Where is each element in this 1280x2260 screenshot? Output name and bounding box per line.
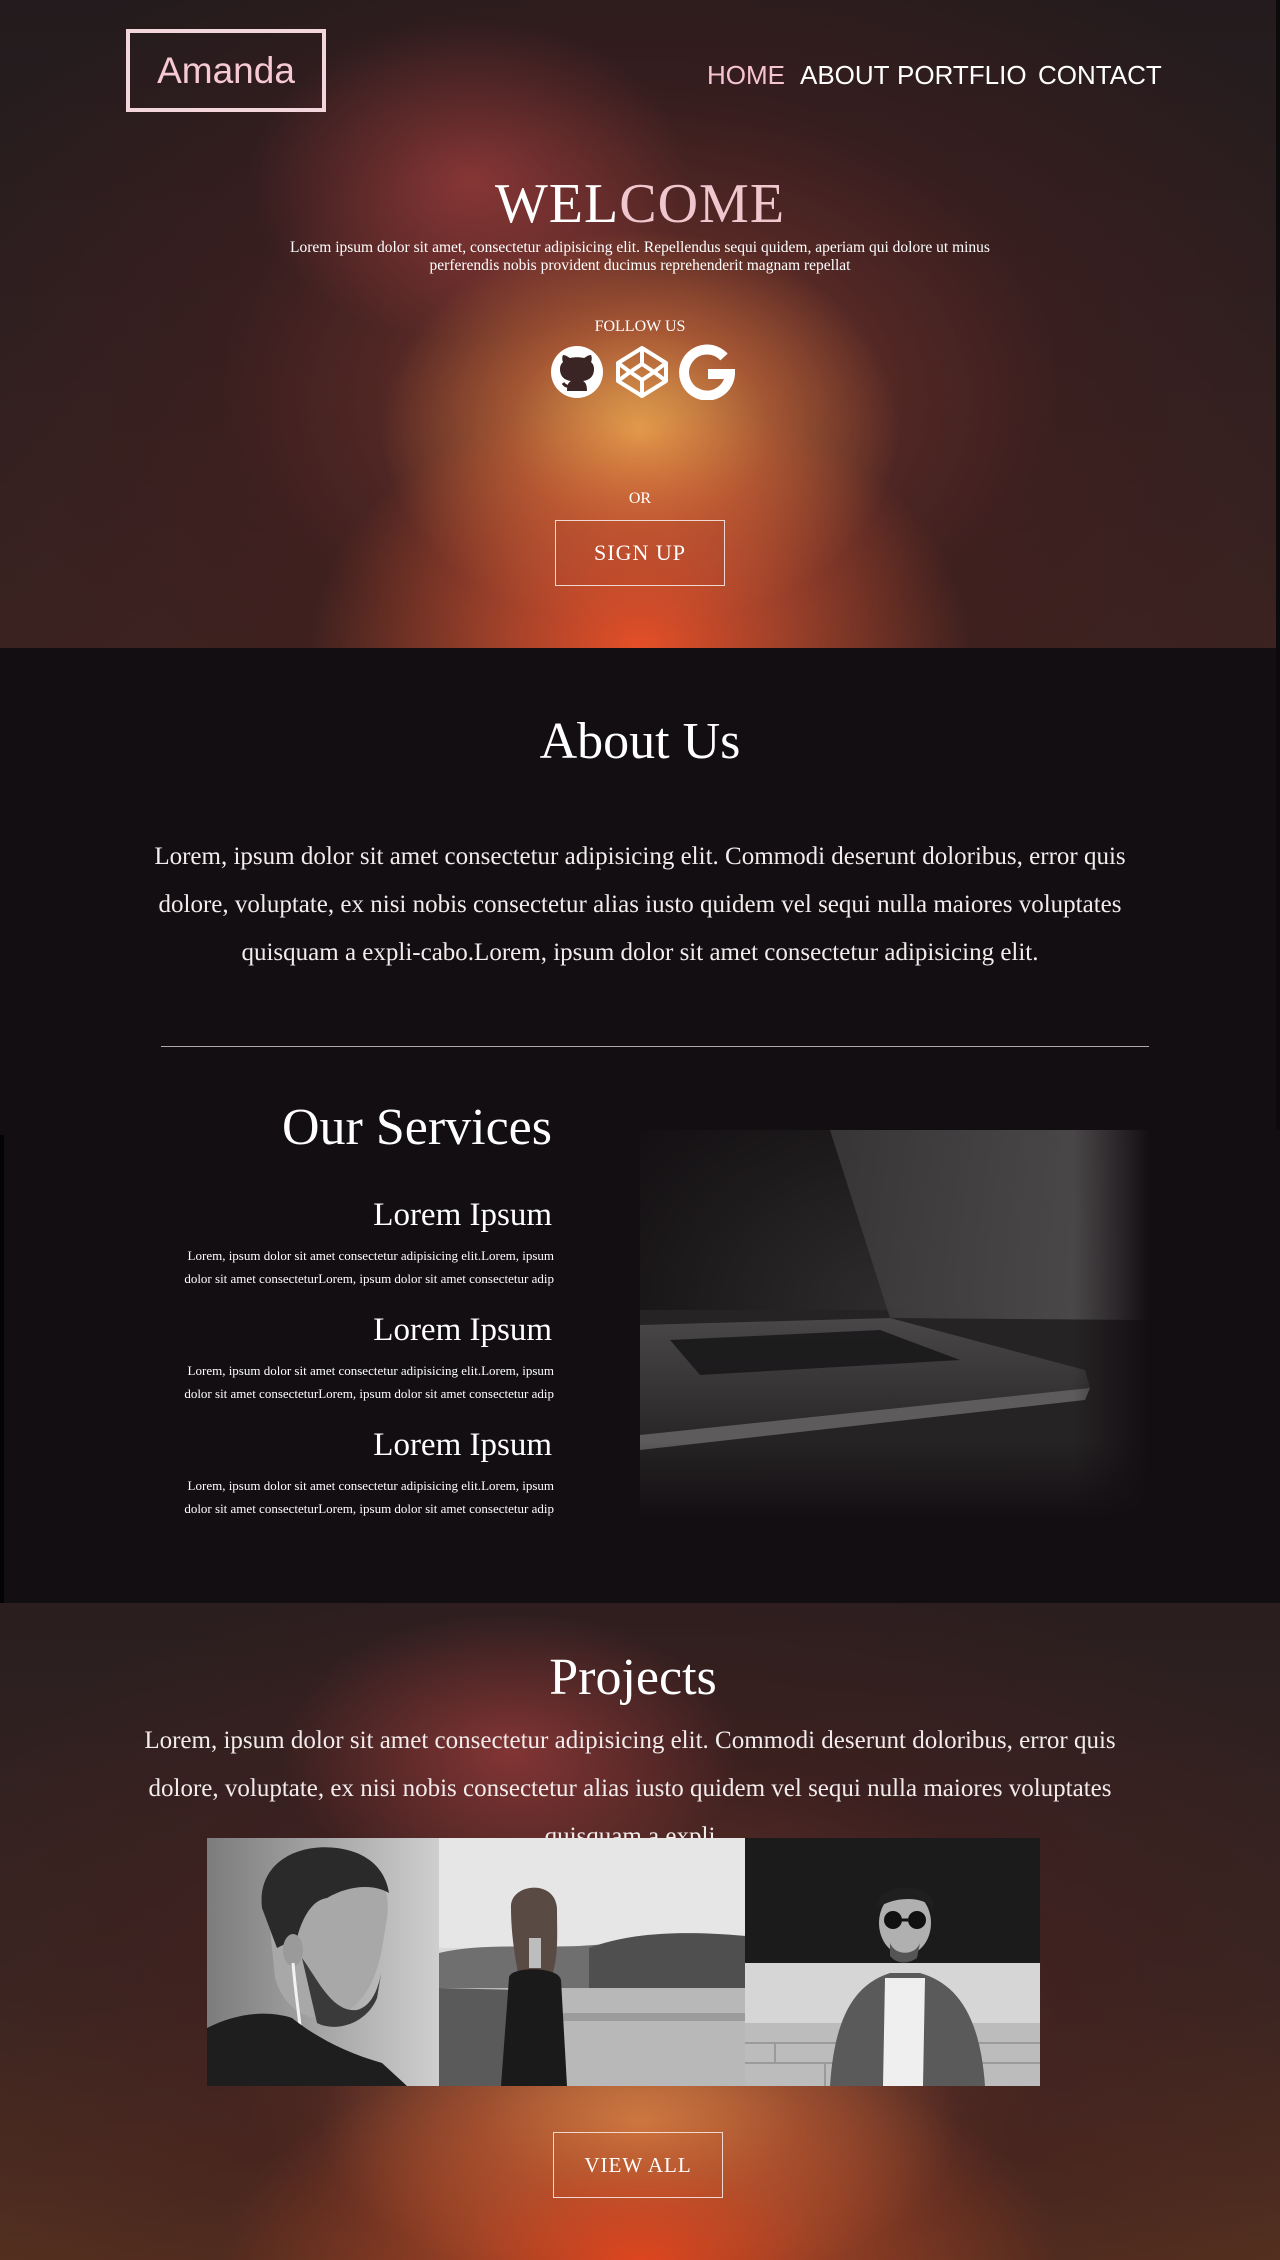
welcome-heading: WELCOME <box>0 172 1280 236</box>
laptop-image <box>640 1130 1150 1520</box>
github-icon[interactable] <box>549 344 605 400</box>
project-image-man-profile[interactable] <box>207 1838 440 2086</box>
nav-portfolio-link[interactable]: PORTFLIO <box>897 60 1027 91</box>
page-edge-left <box>0 1135 4 1603</box>
sign-up-button[interactable]: SIGN UP <box>555 520 725 586</box>
follow-us-label: FOLLOW US <box>594 318 686 335</box>
section-divider <box>161 1046 1149 1047</box>
project-image-woman-lake[interactable] <box>439 1838 746 2086</box>
or-label: OR <box>628 490 652 507</box>
nav-about-link[interactable]: ABOUT <box>800 60 890 91</box>
codepen-icon[interactable] <box>614 344 670 400</box>
projects-title: Projects <box>549 1649 717 1706</box>
hero-description: Lorem ipsum dolor sit amet, consectetur … <box>290 239 990 274</box>
service-text: Lorem, ipsum dolor sit amet consectetur … <box>184 1363 554 1401</box>
service-heading: Lorem Ipsum <box>373 1312 552 1348</box>
site-logo[interactable]: Amanda <box>126 29 326 112</box>
service-heading: Lorem Ipsum <box>373 1427 552 1463</box>
about-title: About Us <box>539 713 741 770</box>
nav-contact-link[interactable]: CONTACT <box>1038 60 1162 91</box>
google-icon[interactable] <box>679 344 735 400</box>
project-image-man-sunglasses[interactable] <box>745 1838 1040 2086</box>
page-edge <box>1276 0 1280 1130</box>
welcome-heading-part1: WEL <box>494 173 620 235</box>
about-text: Lorem, ipsum dolor sit amet consectetur … <box>154 843 1126 966</box>
service-text: Lorem, ipsum dolor sit amet consectetur … <box>184 1248 554 1286</box>
service-text: Lorem, ipsum dolor sit amet consectetur … <box>184 1478 554 1516</box>
service-heading: Lorem Ipsum <box>373 1197 552 1233</box>
services-title: Our Services <box>281 1099 552 1156</box>
nav-home-link[interactable]: HOME <box>707 60 785 91</box>
view-all-button[interactable]: VIEW ALL <box>553 2132 723 2198</box>
welcome-heading-part2: COME <box>619 173 786 235</box>
